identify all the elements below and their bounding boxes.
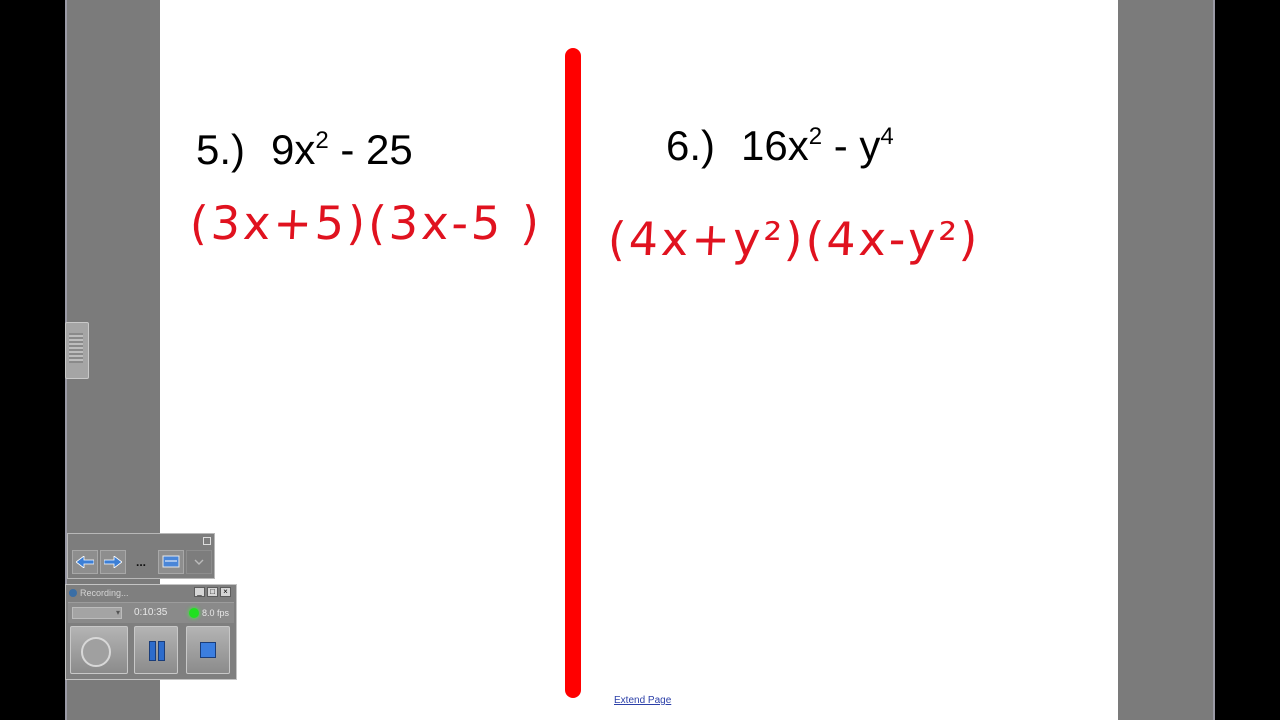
- forward-arrow-icon: [104, 556, 122, 568]
- elapsed-time: 0:10:35: [134, 607, 168, 618]
- extend-page-link[interactable]: Extend Page: [614, 695, 671, 706]
- handwritten-answer-5: (3x+5)(3x-5 ): [188, 196, 544, 250]
- recorder-status-bar: ▾ 0:10:35 8.0 fps: [68, 602, 234, 623]
- status-led-icon: [189, 608, 199, 618]
- screen-icon: [162, 555, 180, 568]
- record-icon: [81, 637, 111, 667]
- chevron-down-icon: ▾: [115, 608, 120, 617]
- stop-icon: [200, 642, 216, 658]
- dropdown-button[interactable]: [186, 550, 212, 574]
- problem-exponent: 2: [808, 123, 823, 150]
- problem-base: 9x: [271, 126, 316, 173]
- record-button[interactable]: [70, 626, 128, 674]
- stop-button[interactable]: [186, 626, 230, 674]
- pause-icon: [149, 641, 156, 661]
- back-arrow-icon: [76, 556, 94, 568]
- minimize-button[interactable]: _: [194, 587, 205, 597]
- chevron-down-icon: [194, 559, 204, 565]
- maximize-button[interactable]: □: [207, 587, 218, 597]
- close-button[interactable]: ×: [220, 587, 231, 597]
- right-panel: [1118, 0, 1213, 720]
- problem-exponent-2: 4: [880, 123, 894, 150]
- problem-number: 6.): [666, 122, 716, 169]
- problem-6: 6.) 16x2 - y4: [666, 122, 894, 170]
- floating-toolbar[interactable]: ...: [67, 533, 215, 579]
- forward-button[interactable]: [100, 550, 126, 574]
- handwritten-answer-6: (4x+y²)(4x-y²): [606, 212, 982, 266]
- problem-rest: - 25: [328, 126, 413, 173]
- back-button[interactable]: [72, 550, 98, 574]
- frame-rate: 8.0 fps: [202, 608, 230, 618]
- screen-button[interactable]: [158, 550, 184, 574]
- pause-button[interactable]: [134, 626, 178, 674]
- red-divider-line: [565, 48, 581, 698]
- whiteboard-page[interactable]: 5.) 9x2 - 25 6.) 16x2 - y4 (3x+5)(3x-5 ) (…: [160, 0, 1118, 720]
- more-button[interactable]: ...: [128, 550, 154, 574]
- recording-device-select[interactable]: ▾: [72, 607, 122, 619]
- problem-number: 5.): [196, 126, 246, 173]
- pause-icon: [158, 641, 165, 661]
- problem-exponent: 2: [315, 127, 329, 154]
- side-panel-tab[interactable]: [65, 322, 89, 379]
- problem-5: 5.) 9x2 - 25: [196, 126, 413, 174]
- recorder-logo-icon: [69, 589, 77, 597]
- recorder-title: Recording...: [80, 588, 129, 598]
- problem-base: 16x: [741, 122, 809, 169]
- grip-icon: [69, 333, 83, 363]
- close-icon[interactable]: [203, 537, 211, 545]
- recorder-window[interactable]: Recording... _ □ × ▾ 0:10:35 8.0 fps: [65, 584, 237, 680]
- problem-rest: - y: [822, 122, 881, 169]
